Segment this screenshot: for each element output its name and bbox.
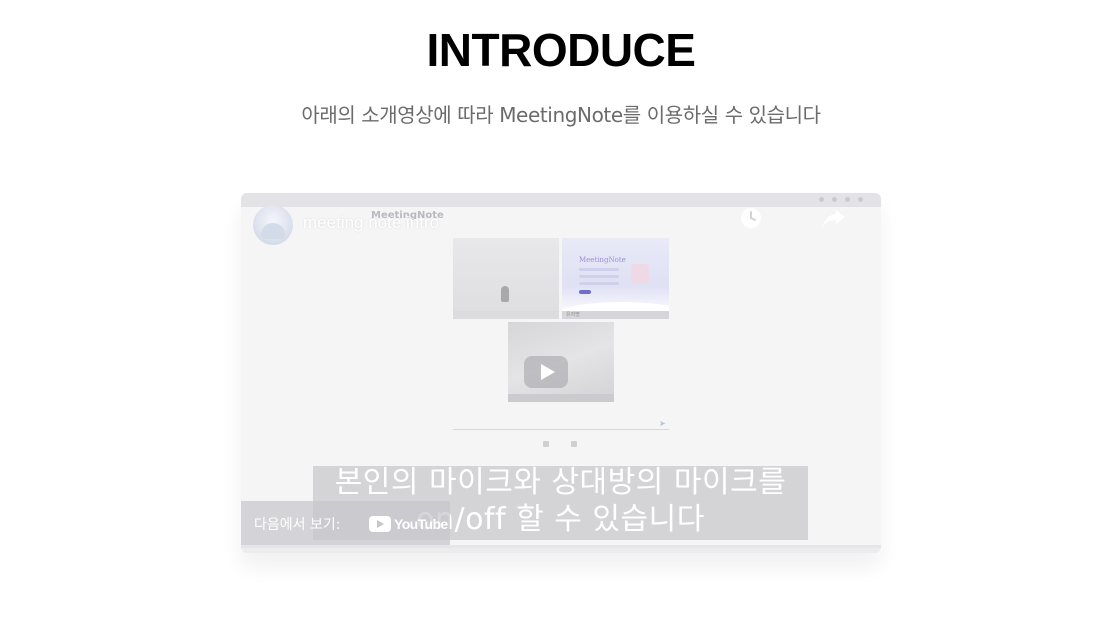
participant-figure	[501, 286, 509, 302]
page: INTRODUCE 아래의 소개영상에 따라 MeetingNote를 이용하실…	[0, 0, 1105, 630]
preview-button	[579, 290, 591, 294]
share-icon[interactable]	[821, 206, 847, 230]
preview-bar-label: 유저명	[566, 312, 580, 318]
control-icons	[543, 441, 577, 447]
channel-avatar[interactable]	[253, 205, 293, 245]
camera-icon	[571, 441, 577, 447]
chat-input-line	[453, 429, 669, 430]
caption-line: 본인의 마이크와 상대방의 마이크를	[334, 465, 787, 500]
page-title: INTRODUCE	[426, 24, 696, 76]
participant-tile-left	[453, 238, 559, 318]
participant-tile-bar	[508, 394, 614, 402]
window-dot	[832, 197, 837, 202]
youtube-embed-player[interactable]: MeetingNote MeetingNote 유저명 ➤ meeting no…	[241, 193, 881, 553]
youtube-logo-icon[interactable]: YouTube	[369, 516, 448, 532]
participant-tile-bar: 유저명	[562, 311, 669, 319]
video-bottom-strip	[241, 548, 881, 553]
participant-tile-right: MeetingNote	[562, 238, 669, 318]
video-top-strip	[241, 193, 881, 207]
participant-tile-bar	[453, 311, 559, 319]
send-icon: ➤	[659, 419, 666, 428]
preview-card	[631, 264, 649, 284]
window-dot	[845, 197, 850, 202]
watch-on-label: 다음에서 보기:	[254, 517, 341, 533]
page-subtitle: 아래의 소개영상에 따라 MeetingNote를 이용하실 수 있습니다	[301, 103, 821, 127]
mic-icon	[543, 441, 549, 447]
window-dot	[858, 197, 863, 202]
window-dot	[819, 197, 824, 202]
video-title[interactable]: meeting note intro	[303, 213, 439, 233]
watch-on-youtube[interactable]: 다음에서 보기: YouTube	[241, 501, 450, 548]
preview-brand: MeetingNote	[579, 256, 626, 264]
preview-text-lines	[579, 268, 619, 289]
youtube-play-icon	[369, 516, 391, 532]
youtube-logo-text: YouTube	[394, 516, 448, 532]
window-dots	[819, 197, 863, 202]
play-icon[interactable]	[524, 356, 568, 388]
clock-icon[interactable]	[739, 206, 763, 230]
